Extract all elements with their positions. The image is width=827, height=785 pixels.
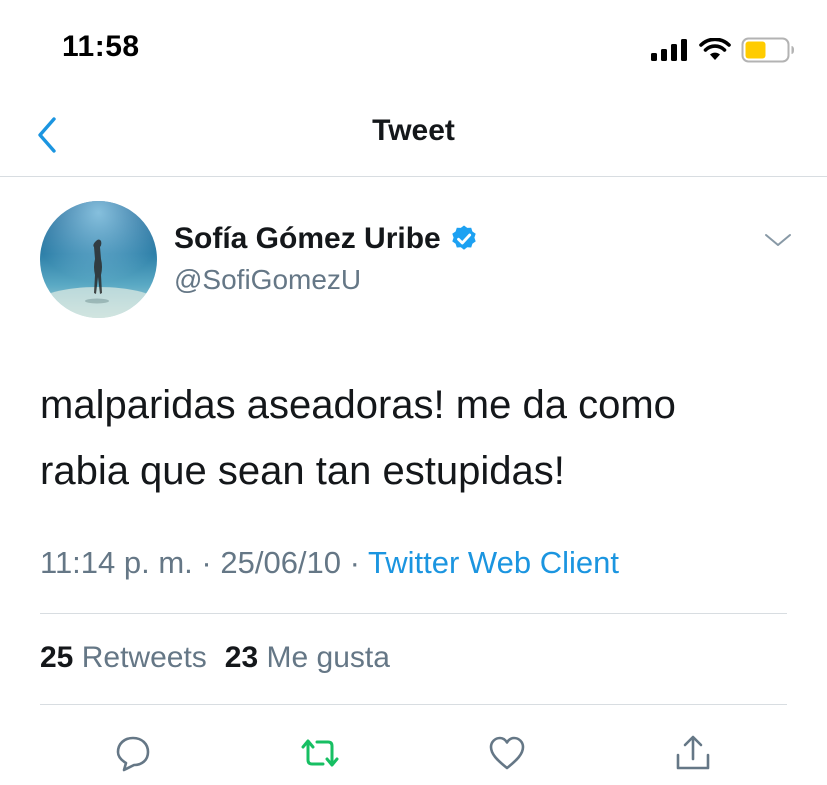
retweets-count: 25	[40, 641, 74, 674]
tweet-meta: 11:14 p. m. · 25/06/10 · Twitter Web Cli…	[40, 545, 619, 581]
retweet-icon	[301, 739, 339, 767]
status-icons	[651, 36, 795, 64]
share-icon	[676, 735, 710, 770]
tweet-text-line: malparidas aseadoras! me da como	[40, 383, 676, 427]
tweet-date: 25/06/10	[220, 545, 342, 580]
like-button[interactable]	[482, 728, 532, 778]
tweet-time: 11:14 p. m.	[40, 545, 193, 580]
verified-badge-icon	[452, 225, 476, 250]
chevron-down-icon	[765, 234, 791, 246]
status-bar: 11:58	[0, 0, 827, 96]
likes-label: Me gusta	[266, 641, 390, 674]
heart-icon	[489, 736, 525, 770]
retweets-label: Retweets	[81, 641, 207, 674]
tweet-text-line: rabia que sean tan estupidas!	[40, 449, 565, 493]
signal-icon	[651, 39, 687, 61]
nav-bar: Tweet	[0, 96, 827, 177]
tweet-stats: 25 Retweets 23 Me gusta	[40, 641, 390, 675]
divider	[40, 613, 787, 614]
page-title: Tweet	[372, 114, 455, 147]
tweet-source-link[interactable]: Twitter Web Client	[368, 545, 619, 580]
status-time: 11:58	[62, 30, 140, 63]
retweet-button[interactable]	[295, 728, 345, 778]
likes-stat[interactable]: 23 Me gusta	[225, 641, 390, 674]
wifi-icon	[699, 38, 731, 60]
author-handle[interactable]: @SofiGomezU	[174, 264, 361, 296]
author-name: Sofía Gómez Uribe	[174, 222, 441, 255]
likes-count: 23	[224, 641, 259, 674]
meta-separator: ·	[341, 545, 369, 580]
battery-icon	[741, 37, 794, 63]
author-name-row[interactable]: Sofía Gómez Uribe	[174, 220, 479, 258]
avatar-image	[40, 201, 157, 318]
tweet-actions	[0, 728, 827, 778]
reply-button[interactable]	[108, 728, 158, 778]
share-button[interactable]	[668, 728, 718, 778]
divider	[40, 704, 787, 705]
avatar[interactable]	[40, 201, 157, 318]
more-options-button[interactable]	[760, 222, 796, 258]
meta-separator: ·	[192, 545, 221, 580]
tweet-text: malparidas aseadoras! me da como rabia q…	[40, 372, 800, 504]
tweet-detail-screen: 11:58 Tweet Sofía Gómez Uribe @SofiGomez…	[0, 0, 827, 785]
reply-icon	[116, 736, 150, 772]
retweets-stat[interactable]: 25 Retweets	[40, 641, 207, 674]
